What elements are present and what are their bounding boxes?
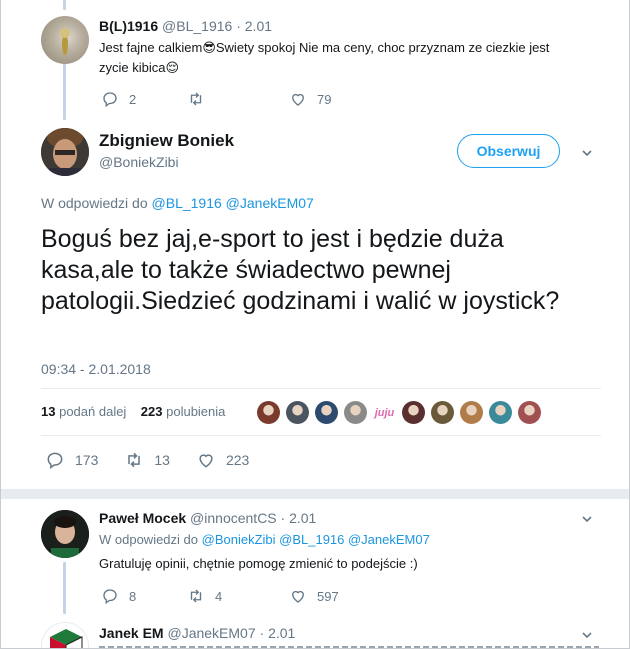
user-handle[interactable]: @innocentCS bbox=[190, 510, 277, 526]
dot-separator: · bbox=[259, 625, 265, 641]
tweet-header: Janek EM @JanekEM07 · 2.01 bbox=[99, 625, 295, 641]
reply-button[interactable]: 8 bbox=[101, 587, 167, 605]
chevron-down-icon[interactable] bbox=[581, 147, 593, 159]
heart-icon bbox=[199, 454, 213, 468]
thread-line-top bbox=[63, 0, 66, 10]
tweet-text-line-1: Jest fajne calkiem😎Swiety spokoj Nie ma … bbox=[99, 40, 550, 55]
like-button[interactable]: 597 bbox=[289, 587, 339, 605]
like-stat[interactable]: 223 polubienia bbox=[141, 404, 226, 419]
tweet-text: Jest fajne calkiem😎Swiety spokoj Nie ma … bbox=[99, 38, 599, 78]
liker-avatars: juju bbox=[257, 401, 547, 424]
follow-button[interactable]: Obserwuj bbox=[457, 134, 560, 168]
retweet-button[interactable]: 4 bbox=[187, 587, 269, 605]
replying-to-prefix: W odpowiedzi do bbox=[99, 532, 198, 547]
main-user-handle[interactable]: @BoniekZibi bbox=[99, 154, 179, 170]
liker-avatar[interactable] bbox=[286, 401, 309, 424]
reply-button[interactable]: 2 bbox=[101, 90, 167, 108]
like-button[interactable]: 79 bbox=[289, 90, 331, 108]
replying-to-handles[interactable]: @BL_1916 @JanekEM07 bbox=[152, 195, 314, 211]
tweet-date[interactable]: 2.01 bbox=[245, 18, 272, 34]
avatar-image-icon bbox=[41, 510, 89, 558]
retweet-icon bbox=[128, 452, 141, 468]
like-count: 597 bbox=[317, 588, 339, 604]
avatar-image-icon bbox=[41, 128, 89, 176]
retweet-button[interactable]: 13 bbox=[124, 450, 170, 470]
reply-count: 8 bbox=[129, 588, 137, 604]
like-count: 223 bbox=[225, 452, 250, 468]
liker-avatar[interactable] bbox=[257, 401, 280, 424]
section-separator bbox=[1, 489, 629, 499]
tweet-thread-frame: B(L)1916 @BL_1916 · 2.01 Jest fajne calk… bbox=[0, 0, 630, 649]
liker-avatar[interactable] bbox=[431, 401, 454, 424]
retweet-icon bbox=[190, 589, 202, 603]
liker-avatar[interactable] bbox=[518, 401, 541, 424]
thread-line-1 bbox=[63, 62, 66, 120]
user-handle[interactable]: @BL_1916 bbox=[162, 18, 232, 34]
like-count: 79 bbox=[317, 91, 332, 107]
reply-icon bbox=[103, 92, 117, 108]
dot-separator: · bbox=[280, 510, 286, 526]
chevron-down-icon[interactable] bbox=[581, 629, 593, 641]
tweet-stats: 13 podań dalej 223 polubienia bbox=[41, 404, 225, 419]
tweet-header: Paweł Mocek @innocentCS · 2.01 bbox=[99, 510, 316, 526]
liker-avatar[interactable] bbox=[315, 401, 338, 424]
chevron-down-icon[interactable] bbox=[581, 513, 593, 525]
like-button[interactable]: 223 bbox=[196, 450, 249, 470]
liker-avatar[interactable]: juju bbox=[373, 401, 396, 424]
replying-to-handles[interactable]: @BoniekZibi @BL_1916 @JanekEM07 bbox=[202, 532, 430, 547]
retweet-stat-label: podań dalej bbox=[59, 404, 127, 419]
retweet-stat[interactable]: 13 podań dalej bbox=[41, 404, 126, 419]
user-handle[interactable]: @JanekEM07 bbox=[167, 625, 255, 641]
user-name[interactable]: Paweł Mocek bbox=[99, 510, 186, 526]
retweet-count: 13 bbox=[154, 452, 170, 468]
reply-icon bbox=[47, 452, 63, 469]
user-name[interactable]: Janek EM bbox=[99, 625, 164, 641]
avatar[interactable] bbox=[41, 622, 89, 648]
tweet-header: B(L)1916 @BL_1916 · 2.01 bbox=[99, 18, 272, 34]
divider bbox=[41, 435, 601, 436]
replying-to: W odpowiedzi do @BoniekZibi @BL_1916 @Ja… bbox=[99, 532, 430, 547]
tweet-text-line-2: zycie kibica😌 bbox=[99, 60, 180, 75]
reply-button[interactable]: 173 bbox=[45, 450, 98, 470]
avatar[interactable] bbox=[41, 510, 89, 558]
reply-icon bbox=[103, 589, 117, 605]
main-user-name[interactable]: Zbigniew Boniek bbox=[99, 131, 234, 151]
main-avatar[interactable] bbox=[41, 128, 89, 176]
like-stat-label: polubienia bbox=[166, 404, 226, 419]
tweet-text: Gratuluję opinii, chętnie pomogę zmienić… bbox=[99, 556, 418, 571]
avatar[interactable] bbox=[41, 16, 89, 64]
dot-separator: · bbox=[236, 18, 241, 34]
tweet-date[interactable]: 2.01 bbox=[268, 625, 295, 641]
liker-avatar[interactable] bbox=[402, 401, 425, 424]
liker-avatar[interactable] bbox=[460, 401, 483, 424]
divider bbox=[41, 388, 601, 389]
like-stat-count: 223 bbox=[140, 404, 163, 419]
club-crest-icon bbox=[50, 629, 83, 648]
retweet-icon bbox=[190, 92, 202, 106]
liker-avatar[interactable] bbox=[489, 401, 512, 424]
reply-count: 173 bbox=[75, 452, 99, 468]
replying-to: W odpowiedzi do @BL_1916 @JanekEM07 bbox=[41, 195, 314, 211]
main-tweet-actions: 173 13 223 bbox=[45, 450, 275, 470]
reply-count: 2 bbox=[129, 91, 137, 107]
liker-avatar[interactable] bbox=[344, 401, 367, 424]
retweet-stat-count: 13 bbox=[41, 404, 56, 419]
replying-to-prefix: W odpowiedzi do bbox=[41, 195, 148, 211]
tweet-actions: 2 79 bbox=[101, 90, 351, 108]
heart-icon bbox=[292, 590, 304, 603]
avatar-image-icon bbox=[60, 28, 70, 55]
user-name[interactable]: B(L)1916 bbox=[99, 18, 158, 34]
thread-line-2 bbox=[63, 562, 66, 614]
main-timestamp[interactable]: 09:34 - 2.01.2018 bbox=[41, 361, 151, 377]
main-tweet-text: Boguś bez jaj,e-sport to jest i będzie d… bbox=[41, 225, 560, 315]
retweet-count: 4 bbox=[215, 588, 223, 604]
retweet-button[interactable] bbox=[187, 90, 269, 108]
heart-icon bbox=[292, 93, 304, 106]
tweet-actions: 8 4 597 bbox=[101, 587, 359, 605]
tweet-date[interactable]: 2.01 bbox=[289, 510, 316, 526]
